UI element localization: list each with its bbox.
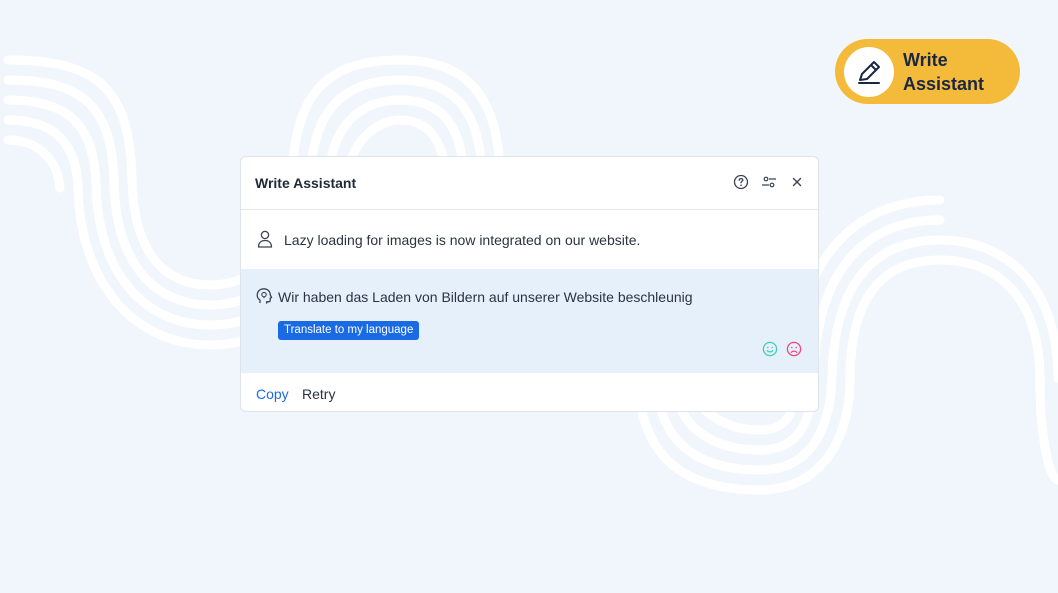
write-assistant-panel: Write Assistant Lazy loading for images … — [240, 156, 819, 412]
write-assistant-badge[interactable]: Write Assistant — [835, 39, 1020, 104]
settings-sliders-icon[interactable] — [760, 173, 778, 191]
badge-label-line2: Assistant — [903, 73, 985, 94]
panel-title: Write Assistant — [255, 175, 357, 191]
user-icon — [257, 230, 273, 253]
badge-label-line1: Write — [903, 49, 948, 70]
sad-face-icon[interactable] — [786, 341, 802, 357]
header-actions — [732, 173, 806, 191]
translate-suggestion-tag[interactable]: Translate to my language — [278, 321, 420, 340]
feedback-actions — [762, 341, 802, 357]
user-message-row: Lazy loading for images is now integrate… — [241, 210, 818, 268]
ai-head-icon — [255, 287, 273, 310]
panel-footer: Copy Retry — [241, 373, 818, 411]
panel-header: Write Assistant — [241, 157, 818, 210]
copy-button[interactable]: Copy — [256, 386, 289, 402]
assistant-response: Wir haben das Laden von Bildern auf unse… — [241, 269, 818, 373]
badge-label: Write Assistant — [903, 48, 984, 96]
pen-icon — [844, 46, 894, 97]
help-icon[interactable] — [732, 173, 750, 191]
close-icon[interactable] — [788, 173, 806, 191]
happy-face-icon[interactable] — [762, 341, 778, 357]
retry-button[interactable]: Retry — [302, 386, 335, 402]
assistant-message: Wir haben das Laden von Bildern auf unse… — [278, 289, 693, 305]
user-message: Lazy loading for images is now integrate… — [284, 232, 641, 248]
